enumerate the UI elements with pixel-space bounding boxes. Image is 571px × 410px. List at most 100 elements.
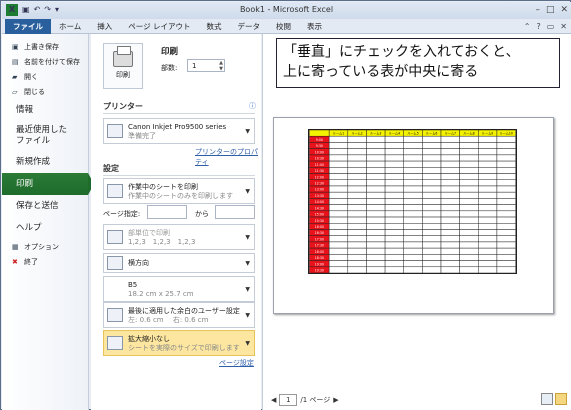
nav-options[interactable]: ▦ オプション [2, 239, 88, 254]
prev-page-icon[interactable]: ◀ [271, 396, 276, 404]
table-cell [440, 148, 460, 156]
table-cell [440, 191, 460, 199]
nav-new[interactable]: 新規作成 [2, 151, 88, 173]
nav-save-as[interactable]: ▤ 名前を付けて保存 [2, 54, 88, 69]
table-cell [422, 148, 442, 156]
nav-print[interactable]: 印刷 [2, 173, 94, 195]
table-cell [422, 266, 442, 273]
table-cell [384, 260, 404, 268]
pages-from-input[interactable] [147, 205, 187, 219]
restore-icon[interactable]: ▭ [547, 20, 555, 33]
pages-to-input[interactable] [215, 205, 255, 219]
table-cell [478, 235, 498, 243]
nav-save-send[interactable]: 保存と送信 [2, 195, 88, 217]
scaling-select[interactable]: 拡大縮小なし シートを実際のサイズで印刷します ▼ [103, 330, 255, 356]
print-scope-select[interactable]: 作業中のシートを印刷 作業中のシートのみを印刷します ▼ [103, 178, 255, 204]
table-header-label: ルーム4 [389, 131, 400, 136]
nav-recent[interactable]: 最近使用した ファイル [2, 121, 88, 151]
table-cell [384, 173, 404, 180]
table-cell [366, 247, 386, 255]
table-cell [440, 223, 460, 230]
table-cell [422, 198, 442, 205]
exit-icon: ✖ [12, 257, 18, 266]
printer-properties-link[interactable]: プリンターのプロパティ [195, 147, 261, 167]
printer-section: プリンター ⓘ [103, 101, 256, 112]
tab-data[interactable]: データ [230, 19, 269, 34]
table-cell [403, 260, 423, 268]
table-cell [347, 160, 367, 168]
copies-spinner-icon[interactable]: ▲ ▼ [219, 60, 223, 72]
copies-label: 部数: [161, 64, 178, 72]
table-cell [384, 191, 404, 199]
table-cell [403, 254, 423, 261]
tab-file[interactable]: ファイル [5, 19, 51, 34]
paper-size-select[interactable]: B5 18.2 cm x 25.7 cm ▼ [103, 276, 255, 302]
table-cell [496, 154, 516, 162]
zoom-to-page-icon[interactable] [555, 393, 567, 405]
nav-help[interactable]: ヘルプ [2, 217, 88, 239]
show-margins-icon[interactable] [541, 393, 553, 405]
collate-select[interactable]: 部単位で印刷 1,2,3 1,2,3 1,2,3 ▼ [103, 224, 255, 250]
table-cell [440, 135, 460, 143]
printer-select[interactable]: Canon Inkjet Pro9500 series 準備完了 ▼ [103, 118, 255, 144]
nav-exit[interactable]: ✖ 終了 [2, 254, 88, 269]
options-icon: ▦ [12, 242, 19, 251]
tab-view[interactable]: 表示 [299, 19, 330, 34]
tab-page-layout[interactable]: ページ レイアウト [120, 19, 198, 34]
print-button[interactable]: 印刷 [103, 43, 143, 89]
table-cell [440, 167, 460, 174]
table-cell [459, 229, 479, 236]
nav-save[interactable]: ▣ 上書き保存 [2, 39, 88, 54]
chevron-down-icon: ▼ [245, 312, 250, 319]
table-cell [422, 173, 442, 180]
table-cell [366, 260, 386, 268]
chevron-down-icon: ▼ [245, 340, 250, 347]
nav-open[interactable]: ▰ 開く [2, 69, 88, 84]
nav-save-label: 上書き保存 [24, 42, 59, 51]
table-row-label: 16:30 [315, 231, 324, 235]
tab-formulas[interactable]: 数式 [199, 19, 230, 34]
divider [103, 113, 255, 114]
page-setup-link[interactable]: ページ設定 [219, 358, 254, 368]
next-page-icon[interactable]: ▶ [333, 396, 338, 404]
help-icon[interactable]: ? [536, 20, 540, 33]
tab-review[interactable]: 校閲 [268, 19, 299, 34]
tab-insert[interactable]: 挿入 [89, 19, 120, 34]
table-cell [347, 241, 367, 249]
landscape-icon [107, 256, 123, 270]
table-cell [366, 185, 386, 193]
table-cell [403, 185, 423, 193]
save-as-icon: ▤ [12, 57, 19, 66]
table-cell [384, 135, 404, 143]
table-row-label: 13:30 [315, 194, 324, 198]
current-page-input[interactable]: 1 [279, 394, 298, 406]
table-cell [459, 198, 479, 205]
orientation-select[interactable]: 横方向 ▼ [103, 253, 255, 273]
minimize-icon[interactable]: – [535, 4, 540, 16]
tab-home[interactable]: ホーム [51, 19, 89, 34]
table-cell [496, 198, 516, 205]
maximize-icon[interactable]: □ [546, 4, 555, 16]
nav-close[interactable]: ▱ 閉じる [2, 84, 88, 99]
table-cell [496, 179, 516, 187]
table-row-label: 10:00 [315, 150, 324, 154]
table-cell [347, 167, 367, 174]
nav-info[interactable]: 情報 [2, 99, 88, 121]
table-cell [459, 173, 479, 180]
info-icon[interactable]: ⓘ [249, 101, 256, 111]
close-icon[interactable]: ✕ [560, 4, 568, 16]
table-cell [366, 216, 386, 224]
table-cell [459, 235, 479, 243]
margins-select[interactable]: 最後に適用した余白のユーザー設定 左: 0.6 cm 右: 0.6 cm ▼ [103, 302, 255, 328]
table-cell [496, 135, 516, 143]
table-cell [328, 179, 349, 187]
table-row-label: 18:00 [315, 250, 324, 254]
minimize-ribbon-icon[interactable]: ⌃ [524, 20, 531, 33]
collate-main: 部単位で印刷 [128, 229, 170, 237]
close-workbook-icon[interactable]: ✕ [560, 20, 567, 33]
table-cell [384, 198, 404, 205]
copies-input[interactable]: 1 ▲ ▼ [187, 59, 225, 72]
table-cell [422, 179, 442, 187]
table-header-cell [309, 130, 330, 137]
table-cell [366, 235, 386, 243]
